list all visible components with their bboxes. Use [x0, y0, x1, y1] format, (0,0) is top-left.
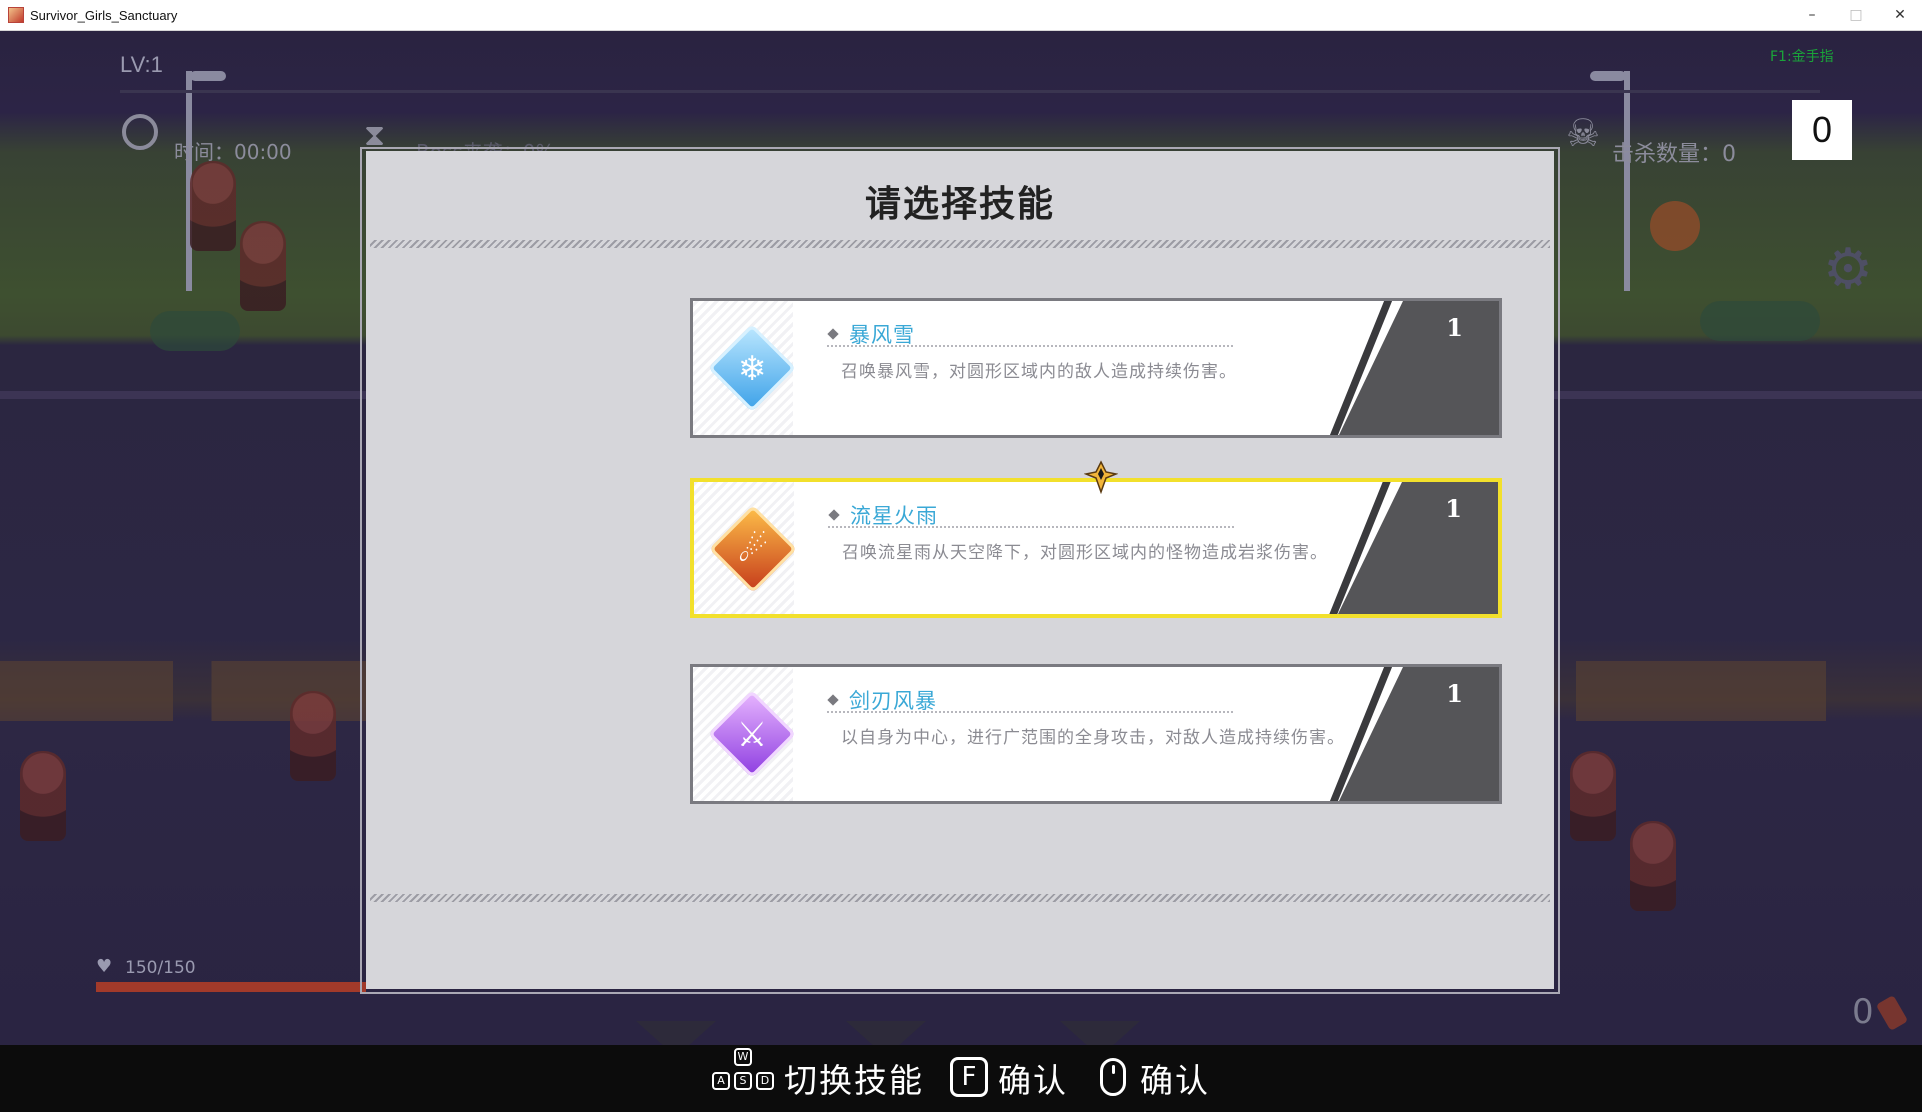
skill-level: 1 — [1445, 494, 1462, 523]
key-s: S — [734, 1072, 752, 1090]
confirm-mouse-hint: 确认 — [1140, 1061, 1210, 1100]
exp-bar — [120, 90, 1820, 93]
snowflake-icon: ❄ — [737, 349, 767, 389]
key-d: D — [756, 1072, 774, 1090]
key-f: F — [950, 1057, 988, 1097]
skill-description: 召唤暴风雪，对圆形区域内的敌人造成持续伤害。 — [841, 362, 1237, 382]
blade-storm-icon: ⚔ — [736, 715, 768, 755]
floor-marker — [636, 1021, 716, 1045]
enemy-sprite — [1650, 201, 1700, 251]
street-lamp-head — [1590, 71, 1626, 81]
skull-icon: ☠ — [1566, 111, 1601, 155]
skill-name-underline — [827, 345, 1233, 347]
player-level: LV:1 — [120, 52, 163, 77]
street-lamp — [1624, 71, 1630, 291]
app-icon — [8, 7, 24, 23]
divider — [370, 894, 1550, 902]
enemy-sprite — [20, 751, 66, 841]
item-count: 0 — [1852, 992, 1874, 1032]
skill-card-blade-storm[interactable]: ⚔ 剑刃风暴 以自身为中心，进行广范围的全身攻击，对敌人造成持续伤害。 1 — [690, 664, 1502, 804]
street-lamp-head — [190, 71, 226, 81]
modal-title: 请选择技能 — [864, 184, 1055, 225]
skill-level: 1 — [1446, 679, 1463, 708]
close-button[interactable]: ✕ — [1878, 0, 1922, 30]
hp-bar-fill — [96, 982, 366, 992]
score-counter: 0 — [1792, 100, 1852, 160]
window-titlebar: Survivor_Girls_Sanctuary – □ ✕ — [0, 0, 1922, 31]
hp-value: 150/150 — [125, 958, 196, 978]
enemy-sprite — [1630, 821, 1676, 911]
settings-gear-icon[interactable]: ⚙ — [1818, 240, 1878, 300]
clock-icon — [122, 114, 158, 150]
skill-description: 召唤流星雨从天空降下，对圆形区域内的怪物造成岩浆伤害。 — [842, 543, 1328, 563]
cheat-hint: F1:金手指 — [1770, 49, 1834, 65]
enemy-sprite — [190, 161, 236, 251]
elapsed-time: 时间：00:00 — [174, 140, 292, 164]
enemy-sprite — [240, 221, 286, 311]
bullet-icon — [827, 328, 839, 340]
bullet-icon — [827, 694, 839, 706]
hp-bar — [96, 982, 366, 992]
selection-cursor-icon — [1084, 460, 1118, 494]
minimize-button[interactable]: – — [1790, 0, 1834, 30]
meteor-icon: ☄ — [737, 530, 769, 570]
skill-level: 1 — [1446, 313, 1463, 342]
maximize-button[interactable]: □ — [1834, 0, 1878, 30]
skill-card-meteor-rain[interactable]: ☄ 流星火雨 召唤流星雨从天空降下，对圆形区域内的怪物造成岩浆伤害。 1 — [690, 478, 1502, 618]
divider — [370, 240, 1550, 248]
kill-count: 击杀数量：0 — [1612, 142, 1736, 167]
heart-icon: ♥ — [96, 956, 113, 977]
skill-card-blizzard[interactable]: ❄ 暴风雪 召唤暴风雪，对圆形区域内的敌人造成持续伤害。 1 — [690, 298, 1502, 438]
floor-marker — [1060, 1021, 1140, 1045]
confirm-key-hint: 确认 — [998, 1061, 1068, 1100]
window-title: Survivor_Girls_Sanctuary — [30, 7, 178, 23]
bush — [1700, 301, 1820, 341]
key-a: A — [712, 1072, 730, 1090]
bullet-icon — [828, 509, 840, 521]
enemy-sprite — [290, 691, 336, 781]
wasd-keys-icon: W A S D — [708, 1048, 778, 1096]
skill-description: 以自身为中心，进行广范围的全身攻击，对敌人造成持续伤害。 — [841, 728, 1345, 748]
key-w: W — [734, 1048, 752, 1066]
window-controls: – □ ✕ — [1790, 0, 1922, 30]
switch-skill-hint: 切换技能 — [784, 1061, 924, 1100]
skill-name-underline — [828, 526, 1234, 528]
bush — [150, 311, 240, 351]
floor-marker — [846, 1021, 926, 1045]
mouse-icon — [1100, 1058, 1126, 1096]
skill-name-underline — [827, 711, 1233, 713]
enemy-sprite — [1570, 751, 1616, 841]
